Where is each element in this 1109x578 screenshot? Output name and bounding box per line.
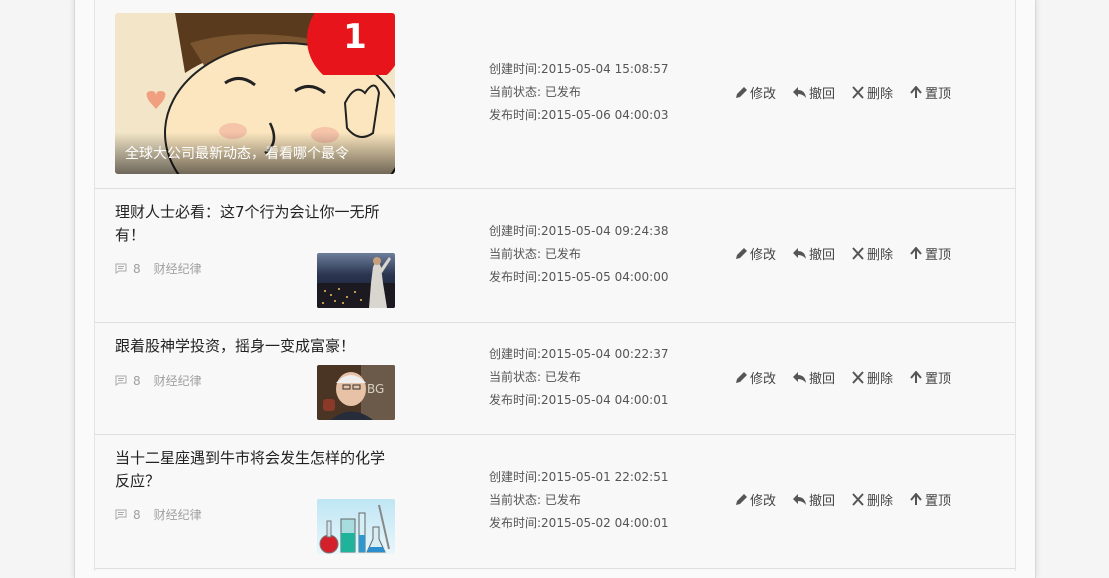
edit-button[interactable]: 修改 <box>735 244 776 263</box>
undo-icon <box>793 87 807 98</box>
pin-label: 置顶 <box>925 494 952 509</box>
pin-button[interactable]: 置顶 <box>909 368 951 387</box>
delete-button[interactable]: 删除 <box>851 368 893 387</box>
pin-button[interactable]: 置顶 <box>909 244 951 263</box>
undo-icon <box>793 248 807 259</box>
created-time: 创建时间:2015-05-04 09:24:38 <box>489 224 669 238</box>
comment-icon <box>115 509 127 520</box>
revoke-button[interactable]: 撤回 <box>792 368 835 387</box>
delete-button[interactable]: 删除 <box>851 244 893 263</box>
delete-label: 删除 <box>867 87 894 102</box>
created-time: 创建时间:2015-05-04 00:22:37 <box>489 347 669 361</box>
arrow-up-icon <box>910 371 922 383</box>
revoke-button[interactable]: 撤回 <box>792 83 835 102</box>
chemistry-flasks-image <box>317 499 395 554</box>
delete-label: 删除 <box>867 248 894 263</box>
undo-icon <box>793 372 807 383</box>
publish-time: 发布时间:2015-05-06 04:00:03 <box>489 108 669 122</box>
current-status: 当前状态: 已发布 <box>489 247 581 261</box>
delete-label: 删除 <box>867 494 894 509</box>
edit-button[interactable]: 修改 <box>735 368 776 387</box>
pin-label: 置顶 <box>925 87 952 102</box>
article-title[interactable]: 理财人士必看：这7个行为会让你一无所有！ <box>115 201 395 247</box>
revoke-button[interactable]: 撤回 <box>792 244 835 263</box>
comment-count: 8 <box>133 507 141 522</box>
article-meta: 创建时间:2015-05-01 22:02:51 当前状态: 已发布 发布时间:… <box>489 466 669 535</box>
article-category[interactable]: 财经纪律 <box>154 372 202 389</box>
article-title[interactable]: 当十二星座遇到牛市将会发生怎样的化学反应？ <box>115 447 395 493</box>
article-actions: 修改 撤回 删除 置顶 <box>735 244 967 263</box>
article-actions: 修改 撤回 删除 置顶 <box>735 368 967 387</box>
comment-count: 8 <box>133 261 141 276</box>
comment-icon <box>115 375 127 386</box>
article-list: 1 全球大公司最新动态，看看哪个最令 创建时间:2015-05-04 15:08… <box>94 0 1016 571</box>
article-meta: 创建时间:2015-05-04 00:22:37 当前状态: 已发布 发布时间:… <box>489 343 669 412</box>
undo-icon <box>793 494 807 505</box>
pin-label: 置顶 <box>925 248 952 263</box>
article-category[interactable]: 财经纪律 <box>154 260 202 277</box>
comment-count: 8 <box>133 373 141 388</box>
edit-label: 修改 <box>750 248 777 263</box>
article-title[interactable]: 跟着股神学投资，摇身一变成富豪！ <box>115 335 395 358</box>
article-meta: 创建时间:2015-05-04 15:08:57 当前状态: 已发布 发布时间:… <box>489 58 669 127</box>
article-thumbnail[interactable]: BG <box>317 365 395 420</box>
investor-portrait-image: BG <box>317 365 395 420</box>
article-stats: 8 财经纪律 <box>115 506 202 523</box>
svg-text:BG: BG <box>367 382 384 396</box>
edit-label: 修改 <box>750 372 777 387</box>
article-thumbnail[interactable] <box>317 253 395 308</box>
publish-time: 发布时间:2015-05-04 04:00:01 <box>489 393 669 407</box>
pencil-icon <box>736 494 747 505</box>
pencil-icon <box>736 248 747 259</box>
article-thumbnail[interactable] <box>317 499 395 554</box>
article-row: 理财人士必看：这7个行为会让你一无所有！ 8 财经纪律 创建时间:2015-05… <box>95 189 1015 323</box>
article-stats: 8 财经纪律 <box>115 260 202 277</box>
revoke-label: 撤回 <box>809 494 836 509</box>
cover-image[interactable]: 1 全球大公司最新动态，看看哪个最令 <box>115 13 395 174</box>
delete-label: 删除 <box>867 372 894 387</box>
article-actions: 修改 撤回 删除 置顶 <box>735 83 967 102</box>
pin-button[interactable]: 置顶 <box>909 83 951 102</box>
revoke-label: 撤回 <box>809 372 836 387</box>
delete-button[interactable]: 删除 <box>851 490 893 509</box>
edit-label: 修改 <box>750 494 777 509</box>
article-actions: 修改 撤回 删除 置顶 <box>735 490 967 509</box>
arrow-up-icon <box>910 493 922 505</box>
close-icon <box>852 493 864 506</box>
article-row-cover: 1 全球大公司最新动态，看看哪个最令 创建时间:2015-05-04 15:08… <box>95 0 1015 189</box>
created-time: 创建时间:2015-05-04 15:08:57 <box>489 62 669 76</box>
close-icon <box>852 86 864 99</box>
cover-caption: 全球大公司最新动态，看看哪个最令 <box>115 132 395 174</box>
publish-time: 发布时间:2015-05-05 04:00:00 <box>489 270 669 284</box>
revoke-button[interactable]: 撤回 <box>792 490 835 509</box>
article-meta: 创建时间:2015-05-04 09:24:38 当前状态: 已发布 发布时间:… <box>489 220 669 289</box>
city-night-image <box>317 253 395 308</box>
pencil-icon <box>736 372 747 383</box>
arrow-up-icon <box>910 247 922 259</box>
delete-button[interactable]: 删除 <box>851 83 893 102</box>
arrow-up-icon <box>910 86 922 98</box>
pin-button[interactable]: 置顶 <box>909 490 951 509</box>
edit-button[interactable]: 修改 <box>735 490 776 509</box>
edit-button[interactable]: 修改 <box>735 83 776 102</box>
rank-badge-number: 1 <box>343 17 367 57</box>
article-row: 跟着股神学投资，摇身一变成富豪！ 8 财经纪律 BG 创建时间:2015-05-… <box>95 323 1015 435</box>
publish-time: 发布时间:2015-05-02 04:00:01 <box>489 516 669 530</box>
article-stats: 8 财经纪律 <box>115 372 202 389</box>
comment-icon <box>115 263 127 274</box>
close-icon <box>852 371 864 384</box>
revoke-label: 撤回 <box>809 87 836 102</box>
current-status: 当前状态: 已发布 <box>489 370 581 384</box>
article-row: 当十二星座遇到牛市将会发生怎样的化学反应？ 8 财经纪律 创建时间:2015-0… <box>95 435 1015 569</box>
current-status: 当前状态: 已发布 <box>489 493 581 507</box>
pin-label: 置顶 <box>925 372 952 387</box>
created-time: 创建时间:2015-05-01 22:02:51 <box>489 470 669 484</box>
revoke-label: 撤回 <box>809 248 836 263</box>
current-status: 当前状态: 已发布 <box>489 85 581 99</box>
close-icon <box>852 247 864 260</box>
pencil-icon <box>736 87 747 98</box>
edit-label: 修改 <box>750 87 777 102</box>
article-category[interactable]: 财经纪律 <box>154 506 202 523</box>
